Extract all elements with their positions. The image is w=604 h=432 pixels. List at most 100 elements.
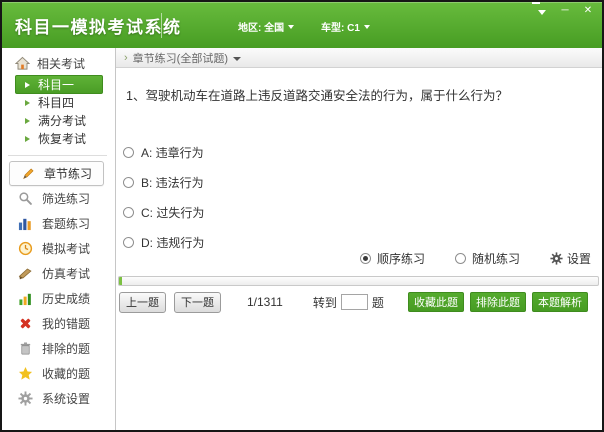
mode-label: 随机练习 (471, 252, 520, 266)
sidebar-item-label: 系统设置 (42, 391, 91, 406)
titlebar: 科目一模拟考试系统 地区: 全国 车型: C1 ─ ✕ (2, 2, 602, 48)
clock-icon (18, 241, 33, 256)
gear-icon (550, 252, 563, 265)
settings-button[interactable]: 设置 (550, 250, 591, 267)
breadcrumb-arrow-icon: › (124, 51, 128, 64)
house-icon (15, 56, 30, 71)
magnifier-icon (18, 191, 33, 206)
sidebar-item-excluded-questions[interactable]: 排除的题 (18, 336, 90, 360)
window-controls: ─ ✕ (532, 2, 594, 17)
option-a[interactable]: A: 违章行为 (123, 144, 204, 160)
radio-icon[interactable] (123, 146, 134, 158)
sidebar-item-label: 科目一 (38, 78, 75, 92)
gear-icon (18, 390, 33, 406)
chevron-down-icon (363, 25, 370, 29)
exclude-question-button[interactable]: 排除此题 (470, 292, 526, 312)
option-label: B: 违法行为 (141, 175, 204, 190)
sidebar-item-chapter-practice[interactable]: 章节练习 (9, 161, 104, 186)
titlebar-separator (161, 13, 162, 38)
question-text: 1、驾驶机动车在道路上违反道路交通安全法的行为，属于什么行为？ (126, 89, 508, 103)
radio-icon[interactable] (454, 253, 466, 264)
sidebar-item-label: 章节练习 (44, 167, 93, 181)
sidebar-item-favorite-questions[interactable]: 收藏的题 (18, 361, 90, 385)
goto-label: 转到 (312, 295, 337, 310)
main-content: › 章节练习(全部试题) 1、驾驶机动车在道路上违反道路交通安全法的行为，属于什… (116, 48, 602, 430)
minimize-button[interactable]: ─ (559, 5, 571, 17)
sidebar-item-label: 历史成绩 (42, 291, 91, 306)
radio-icon[interactable] (123, 206, 134, 218)
sidebar-item-label: 筛选练习 (42, 191, 91, 206)
trash-icon (18, 341, 33, 356)
sidebar-item-exam-sets[interactable]: 套题练习 (18, 211, 90, 235)
mode-label: 顺序练习 (376, 252, 425, 266)
sidebar-divider (8, 155, 107, 156)
chevron-down-icon (288, 25, 295, 29)
vehicle-dropdown[interactable]: 车型: C1 (321, 19, 370, 34)
option-b[interactable]: B: 违法行为 (123, 174, 204, 190)
star-icon (18, 366, 33, 381)
radio-icon[interactable] (123, 176, 134, 188)
sidebar-item-system-settings[interactable]: 系统设置 (18, 386, 90, 410)
sidebar-item-subject1[interactable]: 科目一 (15, 75, 103, 94)
stats-icon (18, 291, 33, 306)
sidebar-section-label: 相关考试 (37, 56, 86, 71)
sidebar-item-label: 恢复考试 (38, 132, 87, 146)
region-label: 地区: 全国 (238, 23, 285, 34)
sidebar-item-simulation-exam[interactable]: 仿真考试 (18, 261, 90, 285)
brush-icon (18, 266, 33, 281)
sidebar-item-label: 套题练习 (42, 216, 91, 231)
region-dropdown[interactable]: 地区: 全国 (238, 19, 295, 34)
chevron-down-icon (233, 56, 241, 61)
app-title: 科目一模拟考试系统 (15, 18, 182, 37)
prev-question-button[interactable]: 上一题 (119, 291, 166, 313)
arrow-right-icon (25, 99, 30, 106)
option-label: D: 违规行为 (141, 235, 205, 250)
sidebar-item-resume-exam[interactable]: 恢复考试 (15, 129, 103, 148)
sidebar-item-subject4[interactable]: 科目四 (15, 93, 103, 112)
question-actions: 收藏此题 排除此题 本题解析 (408, 292, 588, 312)
mode-random[interactable]: 随机练习 (454, 250, 520, 267)
option-d[interactable]: D: 违规行为 (123, 234, 204, 250)
option-label: A: 违章行为 (141, 145, 204, 160)
sidebar-item-label: 仿真考试 (42, 266, 91, 281)
sidebar-item-my-mistakes[interactable]: 我的错题 (18, 311, 90, 335)
question-nav-row: 上一题 下一题 1/1311 转到 题 收藏此题 排除此题 本题解析 (119, 291, 588, 313)
vehicle-label: 车型: C1 (321, 23, 360, 34)
exam-set-icon (18, 216, 33, 231)
skin-caret-icon (532, 2, 546, 15)
radio-icon[interactable] (123, 236, 134, 248)
sidebar-item-label: 我的错题 (42, 316, 91, 331)
sidebar: 相关考试 科目一 科目四 满分考试 恢复考试 章节练习 筛选练习 套题练习 模拟… (2, 48, 116, 430)
arrow-right-icon (25, 135, 30, 142)
option-c[interactable]: C: 过失行为 (123, 204, 204, 220)
progress-bar (118, 276, 599, 286)
sidebar-item-label: 模拟考试 (42, 241, 91, 256)
skin-menu-button[interactable] (532, 2, 548, 17)
sidebar-item-history-scores[interactable]: 历史成绩 (18, 286, 90, 310)
option-label: C: 过失行为 (141, 205, 205, 220)
breadcrumb[interactable]: › 章节练习(全部试题) (116, 48, 602, 68)
settings-label: 设置 (566, 252, 591, 266)
goto-suffix: 题 (371, 295, 384, 310)
sidebar-item-filter-practice[interactable]: 筛选练习 (18, 186, 90, 210)
radio-icon[interactable] (359, 253, 371, 264)
sidebar-item-full-score-exam[interactable]: 满分考试 (15, 111, 103, 130)
sidebar-item-label: 收藏的题 (42, 366, 91, 381)
question-analysis-button[interactable]: 本题解析 (532, 292, 588, 312)
close-button[interactable]: ✕ (582, 5, 594, 17)
progress-fill (119, 277, 122, 285)
app-window: 科目一模拟考试系统 地区: 全国 车型: C1 ─ ✕ 相关考试 科目一 科目四… (0, 0, 604, 432)
goto-question-input[interactable] (340, 294, 368, 310)
arrow-right-icon (25, 81, 30, 88)
mode-sequential[interactable]: 顺序练习 (359, 250, 425, 267)
sidebar-item-label: 排除的题 (42, 341, 91, 356)
sidebar-item-mock-exam[interactable]: 模拟考试 (18, 236, 90, 260)
favorite-question-button[interactable]: 收藏此题 (408, 292, 464, 312)
practice-mode-row: 顺序练习 随机练习 设置 (359, 250, 591, 267)
arrow-right-icon (25, 117, 30, 124)
pencil-icon (21, 166, 36, 181)
next-question-button[interactable]: 下一题 (174, 291, 221, 313)
sidebar-item-label: 科目四 (38, 96, 75, 110)
question-counter: 1/1311 (247, 295, 283, 309)
sidebar-item-label: 满分考试 (38, 114, 87, 128)
